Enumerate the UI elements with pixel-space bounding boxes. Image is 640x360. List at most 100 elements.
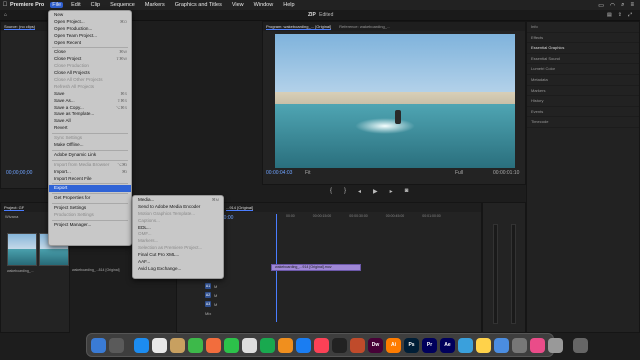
file-menu-item-open-production[interactable]: Open Production... [49,26,131,33]
play-icon[interactable]: ▶ [373,188,378,195]
panel-timecode[interactable]: Timecode [527,117,639,128]
tab-source[interactable]: Source: (no clips) [4,24,36,30]
dock-app-icon[interactable] [242,337,257,353]
file-menu-item-import-recent-file[interactable]: Import Recent File [49,176,131,183]
panel-markers[interactable]: Markers [527,86,639,97]
timeline-ruler[interactable]: 00:00 00:00:15:00 00:00:30:00 00:00:45:0… [270,214,478,222]
dock-app-icon[interactable] [134,337,149,353]
file-menu-item-export[interactable]: Export [49,185,131,193]
export-menu-item-avid-log-exchange[interactable]: Avid Log Exchange... [133,266,223,273]
file-menu-item-save[interactable]: Save ⌘S [49,91,131,98]
file-menu-item-open-team-project[interactable]: Open Team Project... [49,33,131,40]
dock-app-icon[interactable] [224,337,239,353]
panel-effects[interactable]: Effects [527,33,639,44]
project-bin[interactable]: Wivana [5,214,18,219]
panel-essential-graphics[interactable]: Essential Graphics [527,43,639,54]
share-icon[interactable]: ⇪ [618,12,622,18]
export-frame-icon[interactable]: ◙ [405,188,409,195]
file-menu-item-new[interactable]: New [49,12,131,19]
timeline-clip[interactable]: wakeboarding_...914 [Original].mov [271,264,361,271]
dock-app-icon[interactable]: Ps [404,337,419,353]
dock-app-icon[interactable] [188,337,203,353]
file-menu-item-adobe-dynamic-link[interactable]: Adobe Dynamic Link [49,152,131,159]
quality-select[interactable]: Full [455,170,463,176]
menu-graphics[interactable]: Graphics and Titles [173,2,224,8]
dock-app-icon[interactable] [332,337,347,353]
dock-app-icon[interactable] [91,337,106,353]
menu-sequence[interactable]: Sequence [108,2,137,8]
file-menu-item-import[interactable]: Import... ⌘I [49,169,131,176]
fit-select[interactable]: Fit [305,170,311,176]
menu-edit[interactable]: Edit [69,2,82,8]
battery-icon[interactable]: ▭ [598,2,604,9]
file-menu-item-open-project[interactable]: Open Project... ⌘O [49,19,131,26]
file-menu-item-save-a-copy[interactable]: Save a Copy... ⌥⌘S [49,105,131,112]
file-menu-item-close[interactable]: Close ⌘W [49,49,131,56]
dock-app-icon[interactable] [314,337,329,353]
dock-app-icon[interactable] [170,337,185,353]
file-menu-item-get-properties-for[interactable]: Get Properties for [49,195,131,202]
export-menu-item-final-cut-pro-xml[interactable]: Final Cut Pro XML... [133,252,223,259]
project-thumb-1[interactable] [7,233,37,266]
file-menu-item-save-all[interactable]: Save All [49,118,131,125]
panel-lumetri-color[interactable]: Lumetri Color [527,64,639,75]
dock-app-icon[interactable]: Pr [422,337,437,353]
file-menu-item-save-as-template[interactable]: Save as Template... [49,111,131,118]
file-menu-item-revert[interactable]: Revert [49,125,131,132]
program-timecode[interactable]: 00:00:04:03 [266,170,292,176]
dock-app-icon[interactable] [512,337,527,353]
dock-app-icon[interactable] [573,337,588,353]
dock-app-icon[interactable] [206,337,221,353]
export-menu-item-aaf[interactable]: AAF... [133,259,223,266]
file-menu-item-close-all-projects[interactable]: Close All Projects [49,70,131,77]
app-menu[interactable]: Premiere Pro [10,2,44,8]
panel-info[interactable]: Info [527,22,639,33]
menu-clip[interactable]: Clip [89,2,102,8]
dock-app-icon[interactable] [296,337,311,353]
panel-events[interactable]: Events [527,107,639,118]
menu-view[interactable]: View [230,2,246,8]
mute-icon[interactable]: M [214,293,217,298]
control-center-icon[interactable]: ≡ [630,2,634,8]
file-menu-item-project-settings[interactable]: Project Settings [49,205,131,212]
dock-app-icon[interactable] [109,337,124,353]
dock-app-icon[interactable] [476,337,491,353]
track-target-a2[interactable]: A2 [205,292,211,298]
source-timecode[interactable]: 00;00;00;00 [6,170,32,176]
export-menu-item-media[interactable]: Media... ⌘M [133,197,223,204]
fullscreen-icon[interactable]: ⤢ [628,12,632,18]
file-menu-item-save-as[interactable]: Save As... ⇧⌘S [49,98,131,105]
dock-app-icon[interactable] [548,337,563,353]
menu-window[interactable]: Window [252,2,276,8]
home-icon[interactable]: ⌂ [4,12,7,18]
file-menu-item-open-recent[interactable]: Open Recent [49,40,131,47]
track-target-a3[interactable]: A3 [205,301,211,307]
step-back-icon[interactable]: ◂ [358,188,361,195]
dock-app-icon[interactable]: Ai [386,337,401,353]
file-menu-item-project-manager[interactable]: Project Manager... [49,222,131,229]
dock-app-icon[interactable]: Dw [368,337,383,353]
apple-icon[interactable]:  [0,2,10,8]
tab-project[interactable]: Project: GF [4,205,25,211]
file-menu-item-close-project[interactable]: Close Project ⇧⌘W [49,56,131,63]
dock-app-icon[interactable] [494,337,509,353]
wifi-icon[interactable]: ◠ [610,2,615,9]
track-target-a1[interactable]: A1 [205,283,211,289]
export-menu-item-send-to-adobe-media-encoder[interactable]: Send to Adobe Media Encoder [133,204,223,211]
dock-app-icon[interactable]: Ae [440,337,455,353]
menu-markers[interactable]: Markers [143,2,167,8]
tab-program[interactable]: Program: wakeboarding_... [Original] [266,24,332,30]
file-menu-item-make-offline[interactable]: Make Offline... [49,142,131,149]
dock-app-icon[interactable] [350,337,365,353]
dock-app-icon[interactable] [458,337,473,353]
workspace-icon[interactable]: ▤ [607,12,612,18]
mute-icon[interactable]: M [214,302,217,307]
dock-app-icon[interactable] [278,337,293,353]
dock-app-icon[interactable] [260,337,275,353]
export-menu-item-edl[interactable]: EDL... [133,225,223,232]
tab-sequence[interactable]: ...914 [Original] [226,205,254,211]
step-forward-icon[interactable]: ▸ [390,188,393,195]
tab-reference[interactable]: Reference: wakeboarding_... [339,24,390,29]
panel-metadata[interactable]: Metadata [527,75,639,86]
panel-essential-sound[interactable]: Essential Sound [527,54,639,65]
